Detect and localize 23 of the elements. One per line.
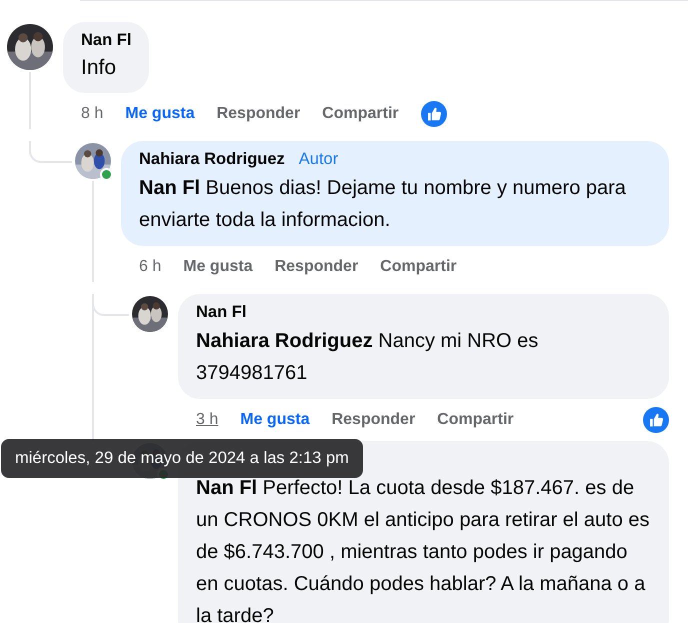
share-link[interactable]: Compartir (437, 411, 514, 429)
date-tooltip: miércoles, 29 de mayo de 2024 a las 2:13 pm (1, 439, 363, 478)
share-link[interactable]: Compartir (322, 105, 399, 123)
timestamp-link[interactable]: 6 h (139, 258, 162, 276)
timestamp-link[interactable]: 8 h (81, 105, 104, 123)
reply-link[interactable]: Responder (332, 411, 416, 429)
comment-text: Nan Fl Buenos dias! Dejame tu nombre y numero para enviarte toda la informacion. (139, 176, 627, 233)
like-reaction-icon[interactable] (643, 407, 669, 433)
author-name[interactable]: Nan Fl (196, 303, 246, 322)
reply-link[interactable]: Responder (216, 105, 300, 123)
share-link[interactable]: Compartir (380, 258, 457, 276)
author-name[interactable]: Nahiara Rodriguez (139, 150, 285, 169)
like-link[interactable]: Me gusta (125, 105, 195, 123)
like-reaction-icon[interactable] (420, 101, 447, 127)
comment-text: Info (81, 55, 118, 81)
thread-connector (29, 141, 72, 163)
comment-text: Nahiara Rodriguez Nancy mi NRO es 3794981761 (196, 329, 540, 386)
like-link[interactable]: Me gusta (240, 411, 310, 429)
reply-link[interactable]: Responder (274, 258, 358, 276)
comment-text: Nan Fl Perfecto! La cuota desde $187.467. es de un CRONOS 0KM el anticipo para retirar el auto es de $6.743.700 , mientras tanto podes ir pagando en cuotas. Cuándo podes hablar? A la mañana o a la tarde? (196, 476, 651, 623)
author-name[interactable]: Nan Fl (81, 31, 132, 50)
author-tag: Autor (298, 150, 338, 169)
like-link[interactable]: Me gusta (183, 258, 253, 276)
